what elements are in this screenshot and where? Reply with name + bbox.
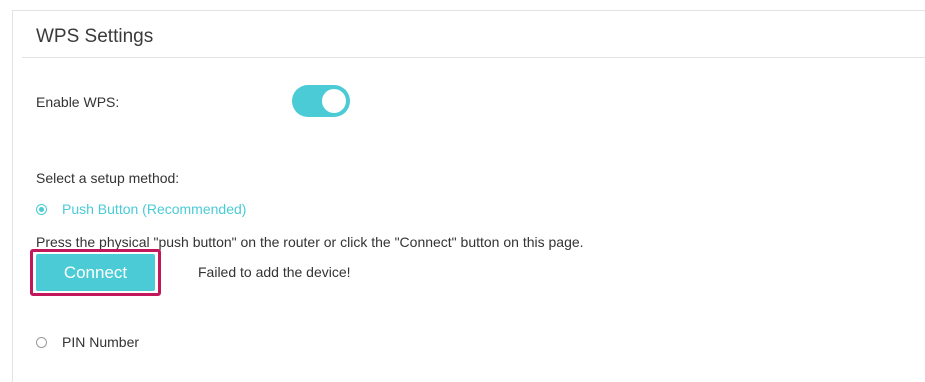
connect-button[interactable]: Connect: [36, 254, 155, 291]
section-title: WPS Settings: [36, 26, 154, 47]
connection-status-message: Failed to add the device!: [198, 264, 351, 280]
pin-number-option-label: PIN Number: [62, 334, 140, 350]
toggle-knob: [322, 89, 346, 113]
wps-settings-panel: [12, 10, 925, 382]
push-button-option[interactable]: Push Button (Recommended): [36, 201, 246, 217]
enable-wps-label: Enable WPS:: [36, 94, 120, 110]
push-button-option-label: Push Button (Recommended): [62, 201, 247, 217]
push-button-instruction: Press the physical "push button" on the …: [36, 234, 584, 250]
title-divider: [22, 57, 925, 58]
setup-method-label: Select a setup method:: [36, 170, 180, 186]
pin-number-radio[interactable]: [36, 336, 47, 348]
pin-number-option[interactable]: PIN Number: [36, 334, 139, 350]
enable-wps-toggle[interactable]: [292, 85, 350, 117]
push-button-radio[interactable]: [36, 203, 47, 215]
